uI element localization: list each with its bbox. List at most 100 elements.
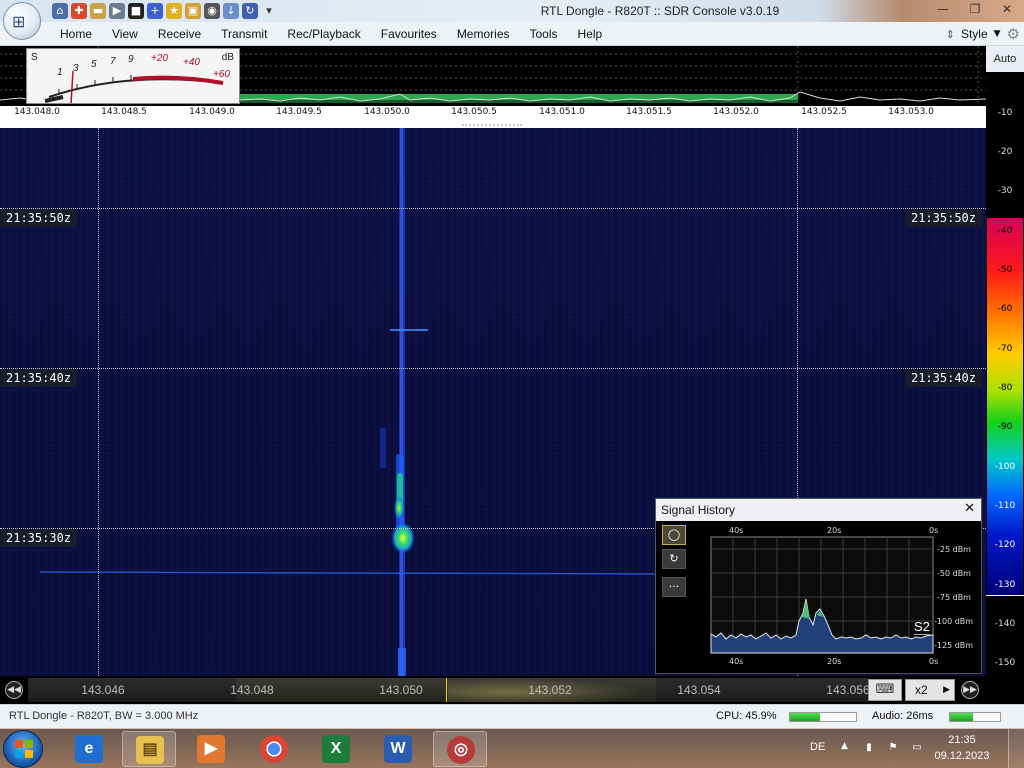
ribbon-menu-bar: Home View Receive Transmit Rec/Playback …: [0, 22, 1024, 46]
menu-help[interactable]: Help: [568, 22, 613, 46]
audio-latency: Audio: 26ms: [872, 710, 934, 722]
audio-meter: [949, 712, 1001, 722]
tune-marker[interactable]: [446, 678, 447, 702]
media-player-icon: ▶: [197, 735, 225, 763]
network-tray-icon[interactable]: ▭: [910, 741, 924, 755]
camera-icon[interactable]: ◉: [204, 3, 220, 19]
zoom-dropdown[interactable]: x2 ▶: [905, 679, 955, 701]
add-icon[interactable]: +: [147, 3, 163, 19]
start-button[interactable]: [3, 730, 43, 768]
tune-tick: 143.048: [230, 683, 274, 697]
taskbar-sdr-console[interactable]: ◎: [433, 731, 487, 767]
menu-rec-playback[interactable]: Rec/Playback: [277, 22, 370, 46]
app-logo-icon: ⊞: [12, 14, 26, 31]
menu-favourites[interactable]: Favourites: [371, 22, 447, 46]
quick-access-toolbar: ⌂ ✚ ▬ ▶ ■ + ★ ▣ ◉ ↓ ↻ ▾: [52, 3, 277, 19]
refresh-icon[interactable]: ↻: [242, 3, 258, 19]
taskbar-chrome[interactable]: [247, 731, 301, 767]
style-dropdown[interactable]: Style: [961, 27, 988, 41]
colorbar-divider: [986, 595, 1024, 596]
taskbar-media-player[interactable]: ▶: [184, 731, 238, 767]
audio-meter-fill: [950, 713, 973, 721]
taskbar-internet-explorer[interactable]: e: [62, 731, 116, 767]
flag-tray-icon[interactable]: ⚑: [886, 741, 900, 755]
chrome-icon: [260, 735, 288, 763]
lifebuoy-icon[interactable]: ✚: [71, 3, 87, 19]
menu-items: Home View Receive Transmit Rec/Playback …: [50, 22, 612, 46]
timestamp-label-left: 21:35:30z: [0, 529, 78, 547]
signal-history-graph: [710, 536, 934, 654]
folder-icon[interactable]: ▬: [90, 3, 106, 19]
windows-taskbar: e ▤ ▶ X W ◎ DE ▲ ▮ ⚑ ▭ 21:35 09.12.2023: [0, 728, 1024, 768]
taskbar-word[interactable]: W: [371, 731, 425, 767]
close-icon[interactable]: ✕: [964, 501, 975, 516]
menu-view[interactable]: View: [102, 22, 148, 46]
menu-receive[interactable]: Receive: [148, 22, 211, 46]
freq-tick: 143.052.5: [801, 107, 847, 117]
window-title: RTL Dongle - R820T :: SDR Console v3.0.1…: [540, 4, 780, 18]
tune-tick: 143.054: [677, 683, 721, 697]
customize-dropdown-icon[interactable]: ▾: [261, 3, 277, 19]
tune-right-button[interactable]: ▶▶: [961, 681, 979, 699]
star-icon[interactable]: ★: [166, 3, 182, 19]
language-indicator[interactable]: DE: [810, 741, 825, 753]
window-controls: — ❐ ✕: [924, 0, 1020, 18]
auto-scale-button[interactable]: Auto: [986, 46, 1024, 72]
maximize-button[interactable]: ❐: [962, 0, 988, 18]
taskbar-file-explorer[interactable]: ▤: [122, 731, 176, 767]
menu-transmit[interactable]: Transmit: [211, 22, 277, 46]
clock-time[interactable]: 21:35: [930, 734, 994, 746]
close-button[interactable]: ✕: [994, 0, 1020, 18]
dbm-label: -25 dBm: [937, 545, 971, 554]
freq-tick: 143.053.0: [888, 107, 934, 117]
cpu-meter: [789, 712, 857, 722]
cpu-meter-fill: [790, 713, 821, 721]
taskbar-excel[interactable]: X: [309, 731, 363, 767]
lock-icon[interactable]: ▣: [185, 3, 201, 19]
tune-left-button[interactable]: ◀◀: [5, 681, 23, 699]
spectrum-display[interactable]: S dB 1 3 5 7 9 +20 +40 +60: [0, 46, 986, 106]
clock-date[interactable]: 09.12.2023: [930, 750, 994, 762]
chevron-down-icon[interactable]: ▼: [994, 29, 1001, 39]
tuning-bar: ◀◀ 143.046 143.048 143.050 143.052 143.0…: [0, 676, 1024, 704]
time-label-bottom: 40s: [729, 657, 744, 666]
show-hidden-icons-icon[interactable]: ▲: [841, 741, 848, 751]
device-tray-icon[interactable]: ▮: [862, 741, 876, 755]
cpu-usage: CPU: 45.9%: [716, 710, 777, 722]
tune-tick: 143.056: [826, 683, 868, 697]
internet-explorer-icon: e: [75, 735, 103, 763]
play-icon[interactable]: ▶: [109, 3, 125, 19]
sort-icon[interactable]: ⇕: [946, 28, 955, 41]
folder-icon: ▤: [136, 736, 164, 764]
stop-icon[interactable]: ■: [128, 3, 144, 19]
freq-tick: 143.049.0: [189, 107, 235, 117]
menu-tools[interactable]: Tools: [520, 22, 568, 46]
keyboard-icon[interactable]: ⌨: [868, 679, 902, 701]
db-tick: -40: [997, 226, 1013, 236]
home-icon[interactable]: ⌂: [52, 3, 68, 19]
freq-tick: 143.048.0: [14, 107, 60, 117]
sdr-console-icon: ◎: [447, 736, 475, 764]
menu-home[interactable]: Home: [50, 22, 102, 46]
show-desktop-button[interactable]: [1008, 729, 1024, 768]
freq-tick: 143.051.5: [626, 107, 672, 117]
frequency-scale[interactable]: 143.048.0 143.048.5 143.049.0 143.049.5 …: [0, 106, 986, 122]
db-tick: -30: [997, 186, 1013, 196]
s-tick-5: 5: [91, 59, 97, 70]
db-tick: -50: [997, 265, 1013, 275]
s-tick-9: 9: [128, 54, 134, 65]
gear-icon[interactable]: ⚙: [1007, 25, 1020, 43]
minimize-button[interactable]: —: [930, 0, 956, 18]
dbm-label: -50 dBm: [937, 569, 971, 578]
pin-icon[interactable]: ↓: [223, 3, 239, 19]
db-scale[interactable]: Auto -10 -20 -30 -40 -50 -60 -70 -80 -90…: [986, 46, 1024, 676]
splitter-handle[interactable]: [462, 124, 522, 126]
tuning-scale[interactable]: 143.046 143.048 143.050 143.052 143.054 …: [28, 678, 868, 702]
freq-tick: 143.052.0: [713, 107, 759, 117]
windows-logo-icon: [15, 740, 33, 758]
menu-memories[interactable]: Memories: [447, 22, 520, 46]
timestamp-label-right: 21:35:50z: [904, 209, 982, 227]
app-menu-button[interactable]: ⊞: [3, 2, 41, 40]
device-status: RTL Dongle - R820T, BW = 3.000 MHz: [9, 710, 199, 722]
signal-history-header[interactable]: Signal History ✕: [656, 499, 981, 521]
